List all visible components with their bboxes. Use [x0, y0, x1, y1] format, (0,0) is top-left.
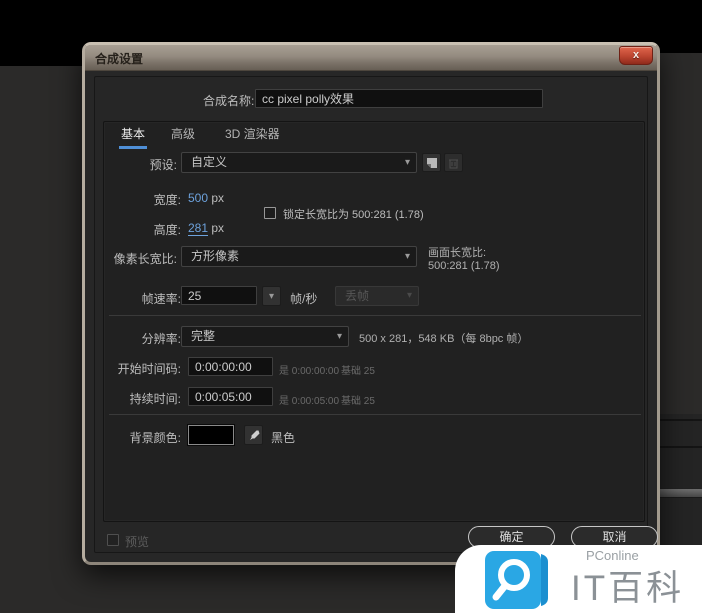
duration-is: 是 0:00:05:00: [279, 396, 340, 407]
tab-3d-renderer[interactable]: 3D 渲染器: [225, 125, 280, 142]
resolution-dropdown[interactable]: 完整 ▾: [181, 326, 349, 347]
width-label: 宽度:: [153, 193, 181, 207]
height-label: 高度:: [153, 223, 181, 237]
preview-label: 预览: [125, 535, 150, 549]
duration-input[interactable]: [188, 387, 273, 406]
lock-aspect-checkbox[interactable]: [264, 207, 276, 219]
chevron-down-icon: ▾: [404, 251, 410, 262]
preset-label: 预设:: [149, 158, 177, 172]
bottom-left-black-area: [0, 0, 82, 66]
scrollbar-thumb[interactable]: [660, 488, 702, 498]
frame-aspect-value: 500:281 (1.78): [428, 260, 500, 272]
chevron-down-icon: ▾: [404, 157, 410, 168]
bg-color-label: 背景颜色:: [129, 431, 181, 445]
height-value[interactable]: 281 px: [188, 221, 225, 236]
width-number[interactable]: 500: [188, 191, 208, 205]
pixel-aspect-dropdown[interactable]: 方形像素 ▾: [181, 246, 417, 267]
framerate-unit: 帧/秒: [290, 292, 318, 306]
frame-aspect-label: 画面长宽比:: [428, 247, 487, 259]
dropframe-value: 丢帧: [345, 289, 370, 303]
close-button[interactable]: x: [619, 46, 653, 65]
start-timecode-label: 开始时间码:: [117, 362, 181, 376]
save-preset-button[interactable]: [422, 153, 441, 172]
preset-value: 自定义: [191, 155, 228, 169]
panel-divider: [660, 446, 702, 448]
save-preset-icon: [426, 157, 437, 168]
composition-settings-dialog: 合成设置 x 合成名称: 基本 高级 3D 渲染器 预设: 自定义 ▾ 宽度:: [82, 42, 660, 565]
watermark-title: IT百科: [571, 569, 685, 608]
width-value[interactable]: 500 px: [188, 191, 224, 205]
height-unit: px: [211, 221, 225, 235]
resolution-value: 完整: [191, 329, 216, 343]
eyedropper-button[interactable]: [244, 425, 263, 445]
dialog-titlebar[interactable]: 合成设置: [85, 45, 657, 71]
pixel-aspect-value: 方形像素: [191, 249, 240, 263]
width-unit: px: [211, 191, 225, 205]
framerate-input[interactable]: [181, 286, 257, 305]
panel-divider: [660, 419, 702, 421]
right-panel-strip: [660, 414, 702, 560]
framerate-label: 帧速率:: [141, 292, 181, 306]
height-number[interactable]: 281: [188, 221, 209, 236]
separator: [109, 414, 641, 415]
lock-aspect-label: 锁定长宽比为 500:281 (1.78): [283, 209, 424, 221]
eyedropper-icon: [249, 430, 259, 440]
screen: 0:00:00:00 T □ ≡ ♣ * \ 合成设置 x 合成名称: 基本 高…: [0, 0, 702, 613]
separator: [109, 315, 641, 316]
watermark: PConline IT百科: [455, 545, 702, 613]
delete-preset-button[interactable]: [444, 153, 463, 172]
tab-basic[interactable]: 基本: [118, 125, 148, 149]
composition-name-input[interactable]: [255, 89, 543, 108]
pixel-aspect-label: 像素长宽比:: [113, 252, 177, 266]
duration-label: 持续时间:: [129, 392, 181, 406]
resolution-info: 500 x 281，548 KB（每 8bpc 帧）: [359, 333, 529, 345]
duration-base: 基础 25: [341, 396, 375, 407]
resolution-label: 分辨率:: [141, 332, 181, 346]
settings-card: [103, 121, 645, 522]
start-timecode-input[interactable]: [188, 357, 273, 376]
start-timecode-is: 是 0:00:00:00: [279, 366, 340, 377]
start-timecode-base: 基础 25: [341, 366, 375, 377]
chevron-down-icon: ▾: [406, 290, 412, 301]
chevron-down-icon: ▾: [268, 290, 275, 302]
preview-checkbox[interactable]: [107, 534, 119, 546]
watermark-logo-icon: [483, 550, 553, 613]
dropframe-dropdown: 丢帧 ▾: [335, 286, 419, 306]
bg-color-swatch[interactable]: [187, 424, 235, 446]
chevron-down-icon: ▾: [336, 331, 342, 342]
preset-dropdown[interactable]: 自定义 ▾: [181, 152, 417, 173]
trash-icon: [449, 159, 458, 168]
framerate-dropdown-button[interactable]: ▾: [262, 286, 281, 306]
bg-color-name: 黑色: [271, 431, 296, 445]
tab-advanced[interactable]: 高级: [171, 125, 195, 142]
dialog-title: 合成设置: [95, 52, 144, 66]
